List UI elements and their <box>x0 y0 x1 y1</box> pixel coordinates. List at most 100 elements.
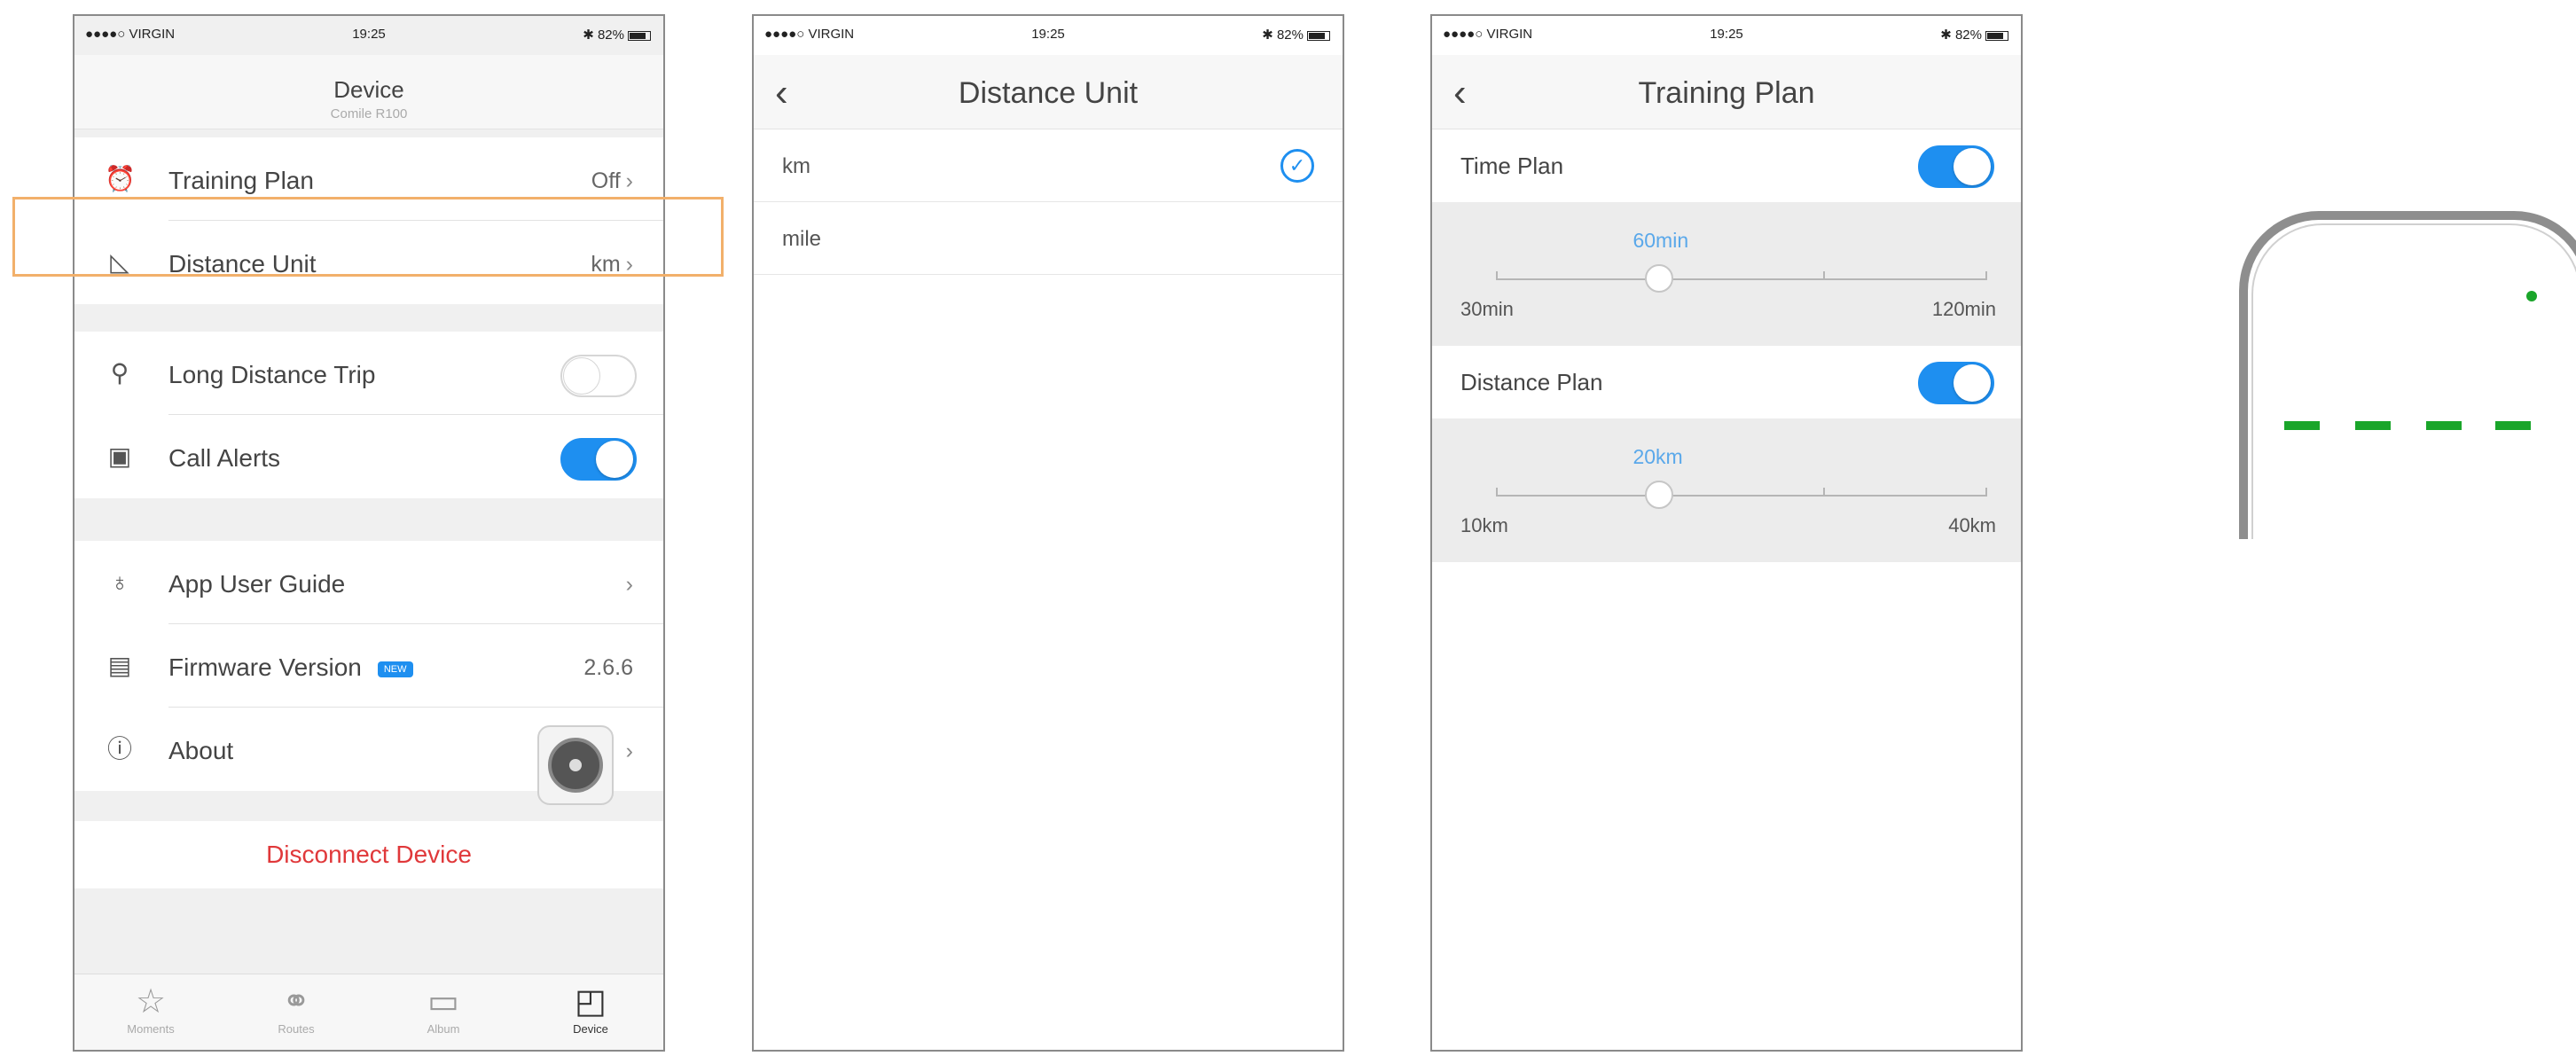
clock: 19:25 <box>1031 27 1065 42</box>
battery-icon <box>1307 30 1330 41</box>
distance-plan-max: 40km <box>1948 514 1996 536</box>
firmware-version-row[interactable]: ▤ Firmware Version NEW 2.6.6 <box>74 624 663 708</box>
route-icon: ⚲ <box>110 359 129 387</box>
distance-dash <box>2426 421 2462 430</box>
device-screen: ●●●●○ VIRGIN 19:25 ✱ 82% Device Comile R… <box>73 14 665 1052</box>
firmware-version-value: 2.6.6 <box>583 655 633 680</box>
firmware-version-label: Firmware Version NEW <box>168 653 413 682</box>
about-label: About <box>168 737 234 764</box>
time-plan-toggle[interactable] <box>1918 145 1994 188</box>
time-plan-slider-area: 60min 30min 120min <box>1432 202 2021 346</box>
unit-option-mile[interactable]: mile <box>754 202 1343 275</box>
call-alerts-label: Call Alerts <box>168 444 281 472</box>
device-thumbnail[interactable] <box>537 725 614 805</box>
about-chevron: › <box>621 739 633 764</box>
distance-dash <box>2355 421 2391 430</box>
training-plan-value: Off › <box>591 168 633 193</box>
unit-option-label: km <box>782 154 810 178</box>
distance-plan-row: Distance Plan <box>1432 346 2021 418</box>
distance-plan-value: 20km <box>1633 445 1683 468</box>
bicycle-icon: ⚭ <box>282 983 310 1021</box>
distance-plan-toggle[interactable] <box>1918 362 1994 404</box>
slider-tick <box>1496 271 1498 280</box>
battery-icon <box>1985 30 2008 41</box>
device-model: Comile R100 <box>330 106 408 121</box>
page-title: Device <box>333 76 404 103</box>
settings-group-2: ⚲ Long Distance Trip ▣ Call Alerts <box>74 332 663 498</box>
slider-tick <box>1822 271 1825 280</box>
slider-tick <box>1496 488 1498 497</box>
nav-bar: ‹ Distance Unit <box>754 55 1343 129</box>
call-alerts-row: ▣ Call Alerts <box>74 415 663 498</box>
tab-moments[interactable]: ☆ Moments <box>106 982 195 1036</box>
device-disc-icon <box>548 738 603 793</box>
clock: 19:25 <box>1710 27 1743 42</box>
battery-icon <box>628 30 651 41</box>
distance-unit-screen: ●●●●○ VIRGIN 19:25 ✱ 82% ‹ Distance Unit… <box>752 14 1344 1052</box>
tab-album[interactable]: ▭ Album <box>399 982 488 1036</box>
chevron-right-icon: › <box>625 739 633 763</box>
chevron-right-icon: › <box>625 168 633 193</box>
battery-level: 82% <box>1954 27 1982 43</box>
page-title: Distance Unit <box>958 76 1139 110</box>
time-plan-slider-thumb[interactable] <box>1645 264 1674 293</box>
toggle-knob <box>596 441 633 478</box>
device-outline-illustration <box>2239 211 2576 539</box>
star-icon: ☆ <box>135 983 167 1021</box>
unit-options: km ✓ mile <box>754 129 1343 275</box>
time-plan-max: 120min <box>1931 298 1996 320</box>
slider-tick <box>1822 488 1825 497</box>
long-distance-trip-toggle[interactable] <box>560 355 637 397</box>
unit-option-label: mile <box>782 227 822 251</box>
tab-device[interactable]: ◰ Device <box>546 982 635 1036</box>
nav-bar: Device Comile R100 <box>74 55 663 129</box>
time-plan-label: Time Plan <box>1460 153 1564 179</box>
phone-alert-icon: ▣ <box>107 442 132 470</box>
tab-routes[interactable]: ⚭ Routes <box>252 982 341 1036</box>
call-alerts-toggle[interactable] <box>560 438 637 481</box>
disconnect-device-button[interactable]: Disconnect Device <box>74 821 663 888</box>
new-badge: NEW <box>377 661 413 677</box>
status-led-indicator <box>2526 291 2537 301</box>
status-bar: ●●●●○ VIRGIN 19:25 ✱ 82% <box>74 16 663 55</box>
distance-plan-min: 10km <box>1460 514 1508 536</box>
battery-level: 82% <box>597 27 624 43</box>
info-icon: ⓘ <box>106 735 132 763</box>
distance-plan-slider[interactable] <box>1496 481 1987 509</box>
training-plan-label: Training Plan <box>168 167 314 194</box>
toggle-knob <box>563 357 600 395</box>
training-plan-screen: ●●●●○ VIRGIN 19:25 ✱ 82% ‹ Training Plan… <box>1430 14 2023 1052</box>
long-distance-trip-row: ⚲ Long Distance Trip <box>74 332 663 415</box>
firmware-icon: ▤ <box>107 652 132 679</box>
battery-status: ✱ 82% <box>1262 27 1330 43</box>
clock: 19:25 <box>352 27 386 42</box>
time-plan-min: 30min <box>1460 298 1514 320</box>
long-distance-trip-label: Long Distance Trip <box>168 361 376 388</box>
battery-level: 82% <box>1276 27 1304 43</box>
status-bar: ●●●●○ VIRGIN 19:25 ✱ 82% <box>754 16 1343 55</box>
time-plan-slider[interactable] <box>1496 264 1987 293</box>
device-inner-outline <box>2251 223 2576 539</box>
slider-tick <box>1985 271 1987 280</box>
page-title: Training Plan <box>1638 76 1815 110</box>
toggle-knob <box>1954 364 1991 402</box>
lightbulb-icon: ♁ <box>110 568 129 596</box>
app-user-guide-row[interactable]: ♁ App User Guide › <box>74 541 663 624</box>
unit-option-km[interactable]: km ✓ <box>754 129 1343 202</box>
tab-bar: ☆ Moments ⚭ Routes ▭ Album ◰ Device <box>74 974 663 1050</box>
status-bar: ●●●●○ VIRGIN 19:25 ✱ 82% <box>1432 16 2021 55</box>
alarm-clock-icon: ⏰ <box>105 165 136 192</box>
app-user-guide-chevron: › <box>621 572 633 598</box>
plan-settings: Time Plan 60min 30min 120min Distance Pl… <box>1432 129 2021 562</box>
distance-plan-slider-area: 20km 10km 40km <box>1432 418 2021 562</box>
time-plan-value: 60min <box>1633 229 1689 252</box>
distance-plan-slider-thumb[interactable] <box>1645 481 1674 509</box>
app-user-guide-label: App User Guide <box>168 570 346 598</box>
distance-dash <box>2495 421 2531 430</box>
toggle-knob <box>1954 148 1991 185</box>
album-icon: ▭ <box>427 983 459 1021</box>
distance-unit-highlight <box>12 197 724 277</box>
distance-dash <box>2284 421 2320 430</box>
slider-tick <box>1985 488 1987 497</box>
chevron-right-icon: › <box>625 572 633 597</box>
